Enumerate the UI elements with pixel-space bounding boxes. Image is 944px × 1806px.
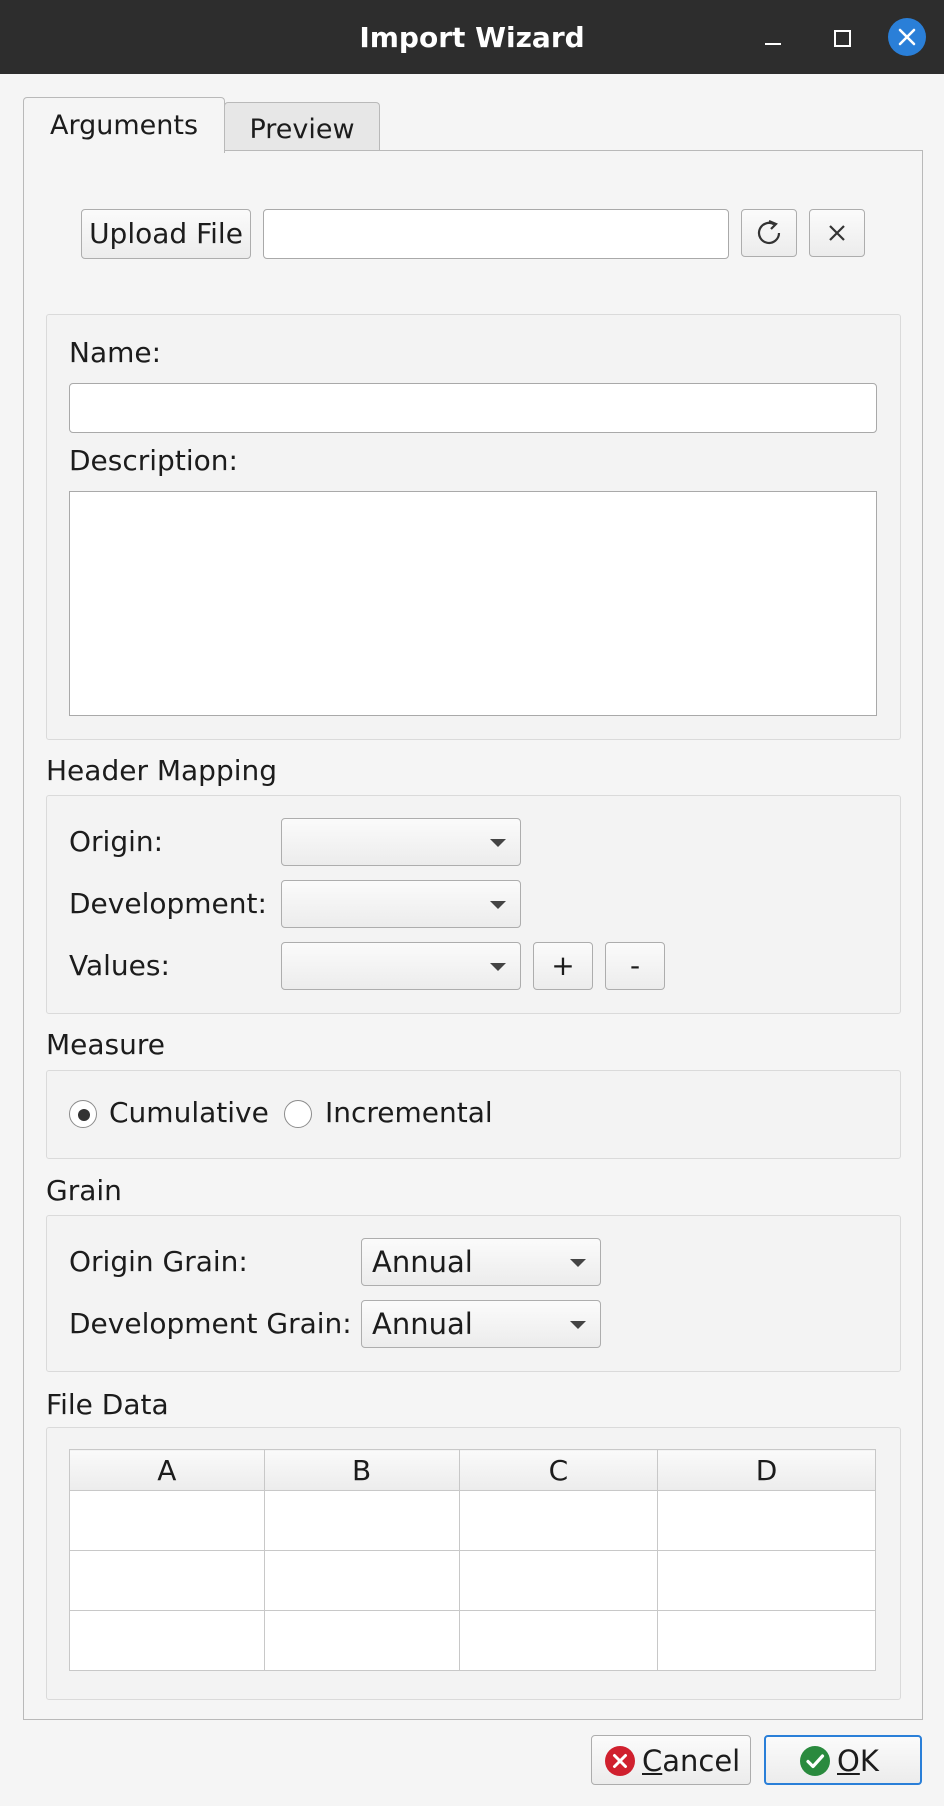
cumulative-label[interactable]: Cumulative <box>109 1096 269 1129</box>
values-select[interactable] <box>281 942 521 990</box>
incremental-radio[interactable] <box>284 1100 312 1128</box>
tab-arguments[interactable]: Arguments <box>23 97 225 153</box>
remove-value-button[interactable]: - <box>605 942 665 990</box>
close-window-icon[interactable] <box>888 18 926 56</box>
table-cell[interactable] <box>263 1490 460 1551</box>
chevron-down-icon <box>490 963 506 971</box>
table-cell[interactable] <box>69 1550 265 1611</box>
origin-select[interactable] <box>281 818 521 866</box>
tab-preview[interactable]: Preview <box>224 102 380 152</box>
name-label: Name: <box>69 336 162 369</box>
development-grain-label: Development Grain: <box>69 1307 352 1340</box>
table-cell[interactable] <box>657 1490 876 1551</box>
grain-title: Grain <box>46 1174 122 1207</box>
table-cell[interactable] <box>458 1610 659 1671</box>
origin-grain-label: Origin Grain: <box>69 1245 248 1278</box>
development-select[interactable] <box>281 880 521 928</box>
chevron-down-icon <box>490 839 506 847</box>
cumulative-radio[interactable] <box>69 1100 97 1128</box>
measure-title: Measure <box>46 1028 165 1061</box>
column-header-c[interactable]: C <box>458 1449 659 1491</box>
file-data-title: File Data <box>46 1388 169 1421</box>
column-header-b[interactable]: B <box>263 1449 460 1491</box>
chevron-down-icon <box>570 1259 586 1267</box>
origin-grain-select[interactable]: Annual <box>361 1238 601 1286</box>
ok-button[interactable]: OK <box>764 1735 922 1785</box>
table-cell[interactable] <box>69 1490 265 1551</box>
title-bar: Import Wizard <box>0 0 944 74</box>
description-label: Description: <box>69 444 238 477</box>
name-field[interactable] <box>69 383 877 433</box>
minimize-icon[interactable] <box>754 18 792 56</box>
table-cell[interactable] <box>69 1610 265 1671</box>
refresh-icon <box>757 219 781 245</box>
add-value-button[interactable]: + <box>533 942 593 990</box>
table-cell[interactable] <box>657 1610 876 1671</box>
cancel-button[interactable]: Cancel <box>591 1735 751 1785</box>
development-grain-value: Annual <box>372 1307 473 1341</box>
maximize-icon[interactable] <box>822 18 860 56</box>
development-grain-select[interactable]: Annual <box>361 1300 601 1348</box>
table-cell[interactable] <box>263 1610 460 1671</box>
file-data-table[interactable]: A B C D <box>69 1449 876 1671</box>
file-path-input[interactable] <box>263 209 729 259</box>
table-row <box>69 1550 876 1611</box>
column-header-a[interactable]: A <box>69 1449 265 1491</box>
table-row <box>69 1610 876 1671</box>
table-cell[interactable] <box>657 1550 876 1611</box>
checkmark-icon <box>800 1746 830 1776</box>
header-mapping-title: Header Mapping <box>46 754 278 787</box>
table-cell[interactable] <box>458 1550 659 1611</box>
chevron-down-icon <box>490 901 506 909</box>
ok-label: OK <box>837 1744 879 1778</box>
values-label: Values: <box>69 949 170 982</box>
description-field[interactable] <box>69 491 877 716</box>
clear-file-button[interactable] <box>809 209 865 257</box>
table-cell[interactable] <box>263 1550 460 1611</box>
cancel-label: Cancel <box>642 1744 741 1778</box>
column-header-d[interactable]: D <box>657 1449 876 1491</box>
origin-grain-value: Annual <box>372 1245 473 1279</box>
window-title: Import Wizard <box>359 21 585 54</box>
cancel-icon <box>605 1746 635 1776</box>
close-icon <box>829 225 845 241</box>
table-cell[interactable] <box>458 1490 659 1551</box>
upload-file-button[interactable]: Upload File <box>81 209 251 259</box>
chevron-down-icon <box>570 1321 586 1329</box>
incremental-label[interactable]: Incremental <box>325 1096 493 1129</box>
refresh-button[interactable] <box>741 209 797 257</box>
development-label: Development: <box>69 887 267 920</box>
table-header-row: A B C D <box>69 1449 876 1491</box>
origin-label: Origin: <box>69 825 164 858</box>
table-row <box>69 1490 876 1551</box>
